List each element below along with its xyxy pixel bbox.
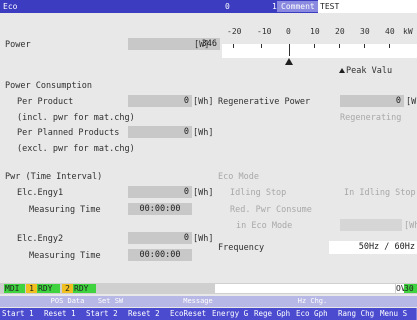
message-area: [215, 284, 395, 293]
in-eco-mode-label: in Eco Mode: [236, 221, 293, 231]
per-product-note: (incl. pwr for mat.chg): [17, 113, 135, 123]
scale-tick-label: 20: [335, 27, 345, 36]
mode-indicator: MDI: [4, 284, 25, 293]
comment-label: Comment: [281, 2, 315, 11]
scale-tick-label: 10: [310, 27, 320, 36]
elc-engy2-label: Elc.Engy2: [17, 234, 64, 244]
peak-value-label: Peak Valu: [346, 66, 393, 76]
scale-unit: kW: [403, 27, 413, 36]
in-eco-mode-value: [340, 219, 402, 231]
hint-hz-chg: Hz Chg.: [297, 297, 328, 305]
red-pwr-consume-label: Red. Pwr Consume: [230, 205, 312, 215]
scale-tick: [261, 44, 262, 48]
power-label: Power: [5, 40, 31, 50]
power-consumption-heading: Power Consumption: [5, 81, 92, 91]
regenerative-power-label: Regenerative Power: [218, 97, 311, 107]
frequency-value: 50Hz / 60Hz: [329, 241, 417, 254]
scale-tick: [364, 44, 365, 48]
measuring-time-1-value: 00:00:00: [128, 203, 192, 215]
softkey-eco-graph[interactable]: Eco Gph: [294, 308, 339, 320]
hint-pos-data: POS Data: [50, 297, 85, 305]
system-1-status: RDY: [37, 284, 60, 293]
regenerating-status: Regenerating: [340, 113, 402, 123]
eco-mode-heading: Eco Mode: [218, 172, 259, 182]
regenerative-power-value: 0: [340, 95, 404, 107]
elc-engy1-unit: [Wh]: [193, 188, 214, 198]
per-planned-unit: [Wh]: [193, 128, 214, 138]
comment-value: TEST: [320, 2, 340, 11]
per-planned-note: (excl. pwr for mat.chg): [17, 144, 135, 154]
scale-tick-label: 40: [385, 27, 395, 36]
elc-engy1-label: Elc.Engy1: [17, 188, 64, 198]
softkey-range-change[interactable]: Rang Chg: [336, 308, 381, 320]
system-1-number: 1: [26, 284, 37, 293]
idling-stop-status: In Idling Stop: [344, 188, 416, 198]
system-2-status: RDY: [73, 284, 96, 293]
per-product-unit: [Wh]: [193, 97, 214, 107]
scale-tick: [339, 44, 340, 48]
measuring-time-2-label: Measuring Time: [29, 251, 101, 261]
regenerative-power-unit: [W: [406, 97, 417, 107]
hint-set-sw: Set SW: [97, 297, 124, 305]
power-scale-bar: [222, 44, 417, 58]
per-planned-label: Per Planned Products: [17, 128, 120, 138]
system-2-number: 2: [62, 284, 73, 293]
elc-engy1-value: 0: [128, 186, 192, 198]
elc-engy2-value: 0: [128, 232, 192, 244]
elc-engy2-unit: [Wh]: [193, 234, 214, 244]
title-bar: Eco 0 1 Comment TEST: [0, 0, 417, 13]
screen-title: Eco: [3, 2, 18, 11]
path-left: 0: [225, 2, 230, 11]
override-value: 30: [404, 284, 417, 293]
in-eco-mode-unit: [Wh: [404, 221, 417, 231]
softkey-eco-reset[interactable]: EcoReset: [168, 308, 213, 320]
time-interval-heading: Pwr (Time Interval): [5, 172, 103, 182]
per-product-label: Per Product: [17, 97, 74, 107]
scale-tick-label: 0: [286, 27, 291, 36]
softkey-menu[interactable]: Menu S: [378, 308, 417, 320]
measuring-time-1-label: Measuring Time: [29, 205, 101, 215]
scale-tick-label: -10: [257, 27, 272, 36]
scale-zero-line: [289, 44, 290, 56]
measuring-time-2-value: 00:00:00: [128, 249, 192, 261]
scale-tick: [233, 44, 234, 48]
softkey-start-2[interactable]: Start 2: [84, 308, 129, 320]
frequency-label: Frequency: [218, 243, 265, 253]
scale-tick-label: 30: [360, 27, 370, 36]
idling-stop-label: Idling Stop: [230, 188, 287, 198]
current-power-marker: [285, 58, 293, 65]
scale-tick-label: -20: [227, 27, 242, 36]
power-unit: [W]: [194, 40, 210, 50]
hint-message: Message: [183, 297, 213, 305]
comment-value-box: TEST: [318, 0, 417, 13]
softkey-start-1[interactable]: Start 1: [0, 308, 45, 320]
softkey-rege-graph[interactable]: Rege Gph: [252, 308, 297, 320]
per-product-value: 0: [128, 95, 192, 107]
softkey-reset-2[interactable]: Reset 2: [126, 308, 171, 320]
scale-tick: [314, 44, 315, 48]
softkey-energy-graph[interactable]: Energy G: [210, 308, 255, 320]
scale-tick: [389, 44, 390, 48]
softkey-reset-1[interactable]: Reset 1: [42, 308, 87, 320]
per-planned-value: 0: [128, 126, 192, 138]
peak-marker-icon: [339, 68, 345, 73]
